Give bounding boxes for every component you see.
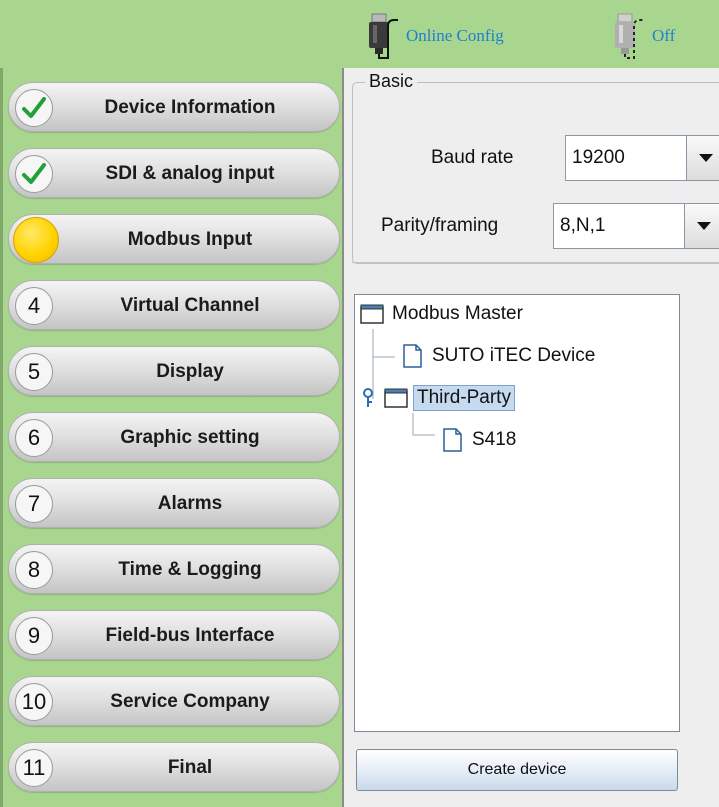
step-final[interactable]: 11 Final — [8, 742, 340, 792]
step-badge — [15, 89, 53, 127]
step-number: 6 — [15, 419, 53, 457]
step-time-logging[interactable]: 8 Time & Logging — [8, 544, 340, 594]
basic-settings-group: Basic Baud rate 19200 Parity/framing 8,N… — [352, 71, 719, 264]
section-divider — [352, 262, 719, 263]
parity-framing-label: Parity/framing — [381, 215, 499, 236]
step-label: Alarms — [157, 493, 223, 514]
dropdown-arrow-icon[interactable] — [686, 136, 719, 180]
tree-node-modbus-master[interactable]: Modbus Master — [359, 299, 526, 329]
step-label: Modbus Input — [127, 229, 253, 250]
step-display[interactable]: 5 Display — [8, 346, 340, 396]
checkmark-icon — [22, 163, 46, 184]
checkmark-icon — [22, 97, 46, 118]
parity-framing-select[interactable]: 8,N,1 — [553, 203, 719, 249]
online-config-button[interactable]: Online Config — [366, 12, 504, 60]
step-number: 11 — [15, 749, 53, 787]
step-alarms[interactable]: 7 Alarms — [8, 478, 340, 528]
online-config-label: Online Config — [406, 26, 504, 45]
step-number: 8 — [15, 551, 53, 589]
step-label: Final — [167, 757, 213, 778]
wizard-steps-nav: Device Information SDI & analog input Mo… — [0, 68, 342, 807]
step-label: Device Information — [104, 97, 276, 118]
step-number: 7 — [15, 485, 53, 523]
step-virtual-channel[interactable]: 4 Virtual Channel — [8, 280, 340, 330]
step-graphic-setting[interactable]: 6 Graphic setting — [8, 412, 340, 462]
step-label: Graphic setting — [120, 427, 260, 448]
tree-node-label: Modbus Master — [392, 303, 523, 324]
document-icon — [443, 428, 462, 452]
tree-node-label: Third-Party — [413, 385, 515, 411]
create-device-button[interactable]: Create device — [356, 749, 678, 791]
tree-node-suto-itec-device[interactable]: SUTO iTEC Device — [399, 341, 598, 371]
offline-config-button[interactable]: Off — [612, 12, 675, 60]
tree-node-s418[interactable]: S418 — [439, 425, 519, 455]
basic-group-title: Basic — [365, 71, 418, 92]
modbus-input-panel: Basic Baud rate 19200 Parity/framing 8,N… — [342, 68, 719, 807]
step-device-information[interactable]: Device Information — [8, 82, 340, 132]
tree-node-label: S418 — [472, 429, 517, 450]
step-badge — [15, 155, 53, 193]
baud-rate-select[interactable]: 19200 — [565, 135, 719, 181]
folder-icon — [384, 388, 408, 408]
step-label: Display — [156, 361, 224, 382]
usb-plug-disconnected-icon — [615, 13, 644, 59]
folder-icon — [360, 304, 384, 324]
expanded-key-icon — [363, 388, 373, 407]
tree-node-third-party[interactable]: Third-Party — [361, 383, 515, 413]
step-label: Virtual Channel — [120, 295, 260, 316]
usb-plug-connected-icon — [369, 13, 398, 59]
step-label: SDI & analog input — [105, 163, 275, 184]
step-modbus-input[interactable]: Modbus Input — [8, 214, 340, 264]
document-icon — [403, 344, 422, 368]
step-service-company[interactable]: 10 Service Company — [8, 676, 340, 726]
dropdown-arrow-icon[interactable] — [684, 204, 719, 248]
step-number: 5 — [15, 353, 53, 391]
step-label: Field-bus Interface — [105, 625, 275, 646]
offline-config-label: Off — [652, 26, 676, 45]
step-number: 10 — [15, 683, 53, 721]
active-step-indicator-icon — [13, 217, 59, 263]
step-field-bus-interface[interactable]: 9 Field-bus Interface — [8, 610, 340, 660]
tree-node-label: SUTO iTEC Device — [432, 345, 596, 366]
parity-framing-value: 8,N,1 — [560, 215, 606, 236]
step-number: 4 — [15, 287, 53, 325]
modbus-device-tree[interactable]: Modbus Master SUTO iTEC Device Third-Par… — [354, 294, 680, 732]
step-label: Time & Logging — [118, 559, 262, 580]
baud-rate-value: 19200 — [572, 147, 625, 168]
toolbar: Online Config Off — [0, 0, 719, 68]
step-sdi-analog-input[interactable]: SDI & analog input — [8, 148, 340, 198]
baud-rate-label: Baud rate — [431, 147, 514, 168]
step-label: Service Company — [110, 691, 270, 712]
step-number: 9 — [15, 617, 53, 655]
